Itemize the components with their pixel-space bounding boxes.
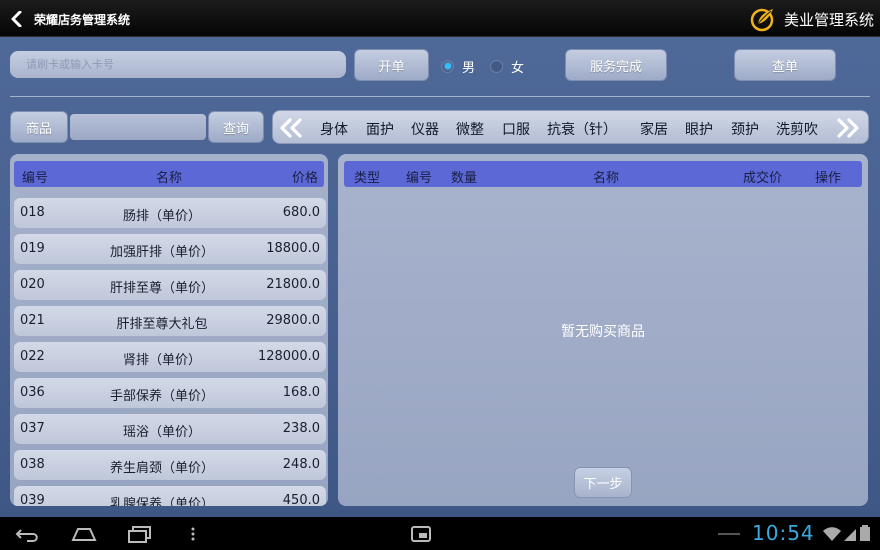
header-qty: 数量	[451, 171, 478, 186]
service-complete-button[interactable]: 服务完成	[565, 49, 667, 81]
order-panel: 类型 编号 数量 名称 成交价 操作 暂无购买商品 下一步	[338, 154, 868, 506]
row-price: 248.0	[282, 457, 320, 472]
row-code: 018	[20, 205, 45, 220]
order-page: 开单 男 女 服务完成 查单 商品 查询 身体 面护 仪器 微整 口服 抗衰（针…	[0, 37, 880, 517]
category-anti-aging[interactable]: 抗衰（针）	[547, 119, 617, 139]
signal-icon	[844, 529, 856, 541]
leaf-logo-icon	[750, 8, 774, 32]
next-step-button[interactable]: 下一步	[574, 467, 632, 498]
table-row[interactable]: 019 加强肝排（单价） 18800.0	[14, 234, 326, 264]
row-name: 肝排至尊（单价）	[109, 281, 214, 296]
row-code: 019	[20, 241, 45, 256]
chevron-left-icon	[11, 11, 22, 27]
row-price: 680.0	[282, 205, 320, 220]
scroll-left-button[interactable]	[277, 117, 305, 139]
radio-unchecked-icon	[490, 59, 503, 73]
header-name: 名称	[593, 171, 620, 186]
brand-name: 美业管理系统	[783, 10, 874, 29]
action-bar: 荣耀店务管理系统 美业管理系统	[0, 0, 880, 37]
row-name: 养生肩颈（单价）	[109, 461, 214, 476]
category-hair[interactable]: 洗剪吹	[776, 119, 818, 139]
header-type: 类型	[354, 171, 381, 186]
header-code: 编号	[406, 171, 433, 186]
product-list-panel[interactable]: 编号 名称 价格 018 肠排（单价） 680.0 019 加强肝排（单价） 1…	[10, 154, 328, 506]
order-header: 类型 编号 数量 名称 成交价 操作	[344, 161, 862, 187]
row-code: 036	[20, 385, 45, 400]
row-name: 肠排（单价）	[122, 209, 201, 224]
row-price: 29800.0	[266, 313, 320, 328]
scroll-right-button[interactable]	[834, 117, 862, 139]
row-name: 瑶浴（单价）	[122, 425, 201, 440]
goods-label-button[interactable]: 商品	[10, 111, 68, 143]
header-name: 名称	[156, 171, 183, 186]
category-eye[interactable]: 眼护	[685, 119, 713, 139]
clock: 10:54	[752, 521, 815, 545]
table-row[interactable]: 038 养生肩颈（单价） 248.0	[14, 450, 326, 480]
row-name: 肾排（单价）	[122, 353, 201, 368]
goods-search-input[interactable]	[70, 114, 206, 140]
gender-female-radio[interactable]: 女	[490, 58, 525, 76]
category-strip: 身体 面护 仪器 微整 口服 抗衰（针） 家居 眼护 颈护 洗剪吹	[272, 110, 869, 144]
row-price: 168.0	[282, 385, 320, 400]
empty-message: 暂无购买商品	[561, 324, 645, 340]
back-button[interactable]: 荣耀店务管理系统	[10, 5, 140, 33]
battery-icon	[860, 525, 870, 541]
check-order-button[interactable]: 查单	[734, 49, 836, 81]
table-row[interactable]: 020 肝排至尊（单价） 21800.0	[14, 270, 326, 300]
row-name: 乳腺保养（单价）	[109, 497, 214, 506]
header-code: 编号	[22, 171, 49, 186]
category-device[interactable]: 仪器	[411, 119, 439, 139]
table-row[interactable]: 021 肝排至尊大礼包 29800.0	[14, 306, 326, 336]
header-deal-price: 成交价	[743, 171, 783, 186]
divider	[10, 96, 870, 97]
row-code: 037	[20, 421, 45, 436]
product-list-header: 编号 名称 价格	[14, 161, 324, 187]
recent-apps-icon[interactable]	[126, 525, 154, 543]
gender-male-label: 男	[462, 60, 476, 76]
row-price: 18800.0	[266, 241, 320, 256]
back-icon[interactable]	[14, 525, 42, 543]
row-name: 肝排至尊大礼包	[116, 317, 208, 332]
system-bar: 10:54	[0, 517, 880, 550]
screenshot-icon[interactable]	[410, 525, 432, 543]
notification-dash-icon	[718, 533, 740, 535]
table-row[interactable]: 037 瑶浴（单价） 238.0	[14, 414, 326, 444]
row-code: 022	[20, 349, 45, 364]
category-face[interactable]: 面护	[366, 119, 394, 139]
table-row[interactable]: 036 手部保养（单价） 168.0	[14, 378, 326, 408]
gender-female-label: 女	[511, 60, 525, 76]
row-price: 128000.0	[257, 349, 320, 364]
row-price: 238.0	[282, 421, 320, 436]
category-neck[interactable]: 颈护	[731, 119, 759, 139]
member-card-input[interactable]	[10, 51, 346, 78]
category-oral[interactable]: 口服	[502, 119, 530, 139]
query-button[interactable]: 查询	[208, 111, 264, 143]
row-code: 038	[20, 457, 45, 472]
category-home[interactable]: 家居	[640, 119, 668, 139]
row-price: 21800.0	[266, 277, 320, 292]
category-body[interactable]: 身体	[320, 119, 348, 139]
header-action: 操作	[815, 171, 842, 186]
table-row[interactable]: 039 乳腺保养（单价） 450.0	[14, 486, 326, 506]
double-chevron-right-icon	[837, 118, 859, 138]
open-order-button[interactable]: 开单	[354, 49, 429, 81]
double-chevron-left-icon	[280, 118, 302, 138]
home-icon[interactable]	[70, 525, 98, 543]
app-title: 荣耀店务管理系统	[34, 12, 131, 27]
wifi-icon	[823, 527, 841, 541]
header-price: 价格	[291, 171, 318, 186]
table-row[interactable]: 018 肠排（单价） 680.0	[14, 198, 326, 228]
row-name: 手部保养（单价）	[109, 389, 214, 404]
radio-checked-icon	[441, 59, 454, 73]
row-name: 加强肝排（单价）	[109, 245, 214, 260]
brand: 美业管理系统	[750, 5, 874, 33]
row-code: 039	[20, 493, 45, 506]
row-code: 021	[20, 313, 45, 328]
gender-male-radio[interactable]: 男	[441, 58, 476, 76]
menu-dots-icon[interactable]	[188, 525, 198, 543]
category-micro[interactable]: 微整	[456, 119, 484, 139]
table-row[interactable]: 022 肾排（单价） 128000.0	[14, 342, 326, 372]
row-price: 450.0	[282, 493, 320, 506]
row-code: 020	[20, 277, 45, 292]
